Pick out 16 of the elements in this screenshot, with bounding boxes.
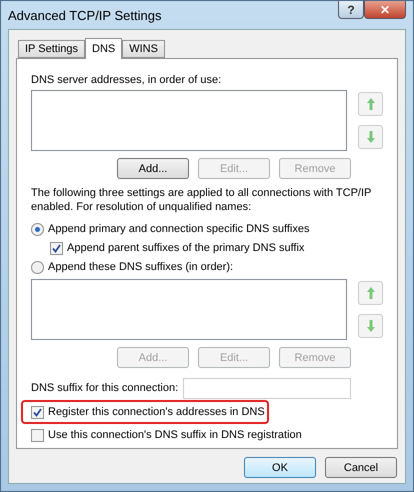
window-title: Advanced TCP/IP Settings bbox=[8, 8, 162, 23]
info-text: The following three settings are applied to all connections with TCP/IP enabled. For resolution of unqualified names: bbox=[31, 186, 372, 214]
dialog-button[interactable]: Add... bbox=[117, 158, 189, 179]
help-button[interactable]: ? bbox=[338, 1, 364, 19]
option-label: Append these DNS suffixes (in order): bbox=[48, 260, 234, 275]
dialog-button[interactable]: Cancel bbox=[325, 457, 397, 478]
dialog-button[interactable]: OK bbox=[244, 457, 316, 478]
option-label: Append parent suffixes of the primary DNS suffix bbox=[67, 241, 304, 256]
option-label: Use this connection's DNS suffix in DNS registration bbox=[48, 428, 302, 442]
field-label: DNS suffix for this connection: bbox=[31, 381, 178, 396]
section-label: DNS server addresses, in order of use: bbox=[31, 73, 222, 88]
option-label: Register this connection's addresses in DNS bbox=[48, 404, 265, 420]
tab[interactable]: WINS bbox=[122, 40, 165, 58]
tab[interactable]: IP Settings bbox=[18, 40, 85, 58]
option-label: Append primary and connection specific DNS suffixes bbox=[48, 222, 310, 237]
tab[interactable]: DNS bbox=[85, 38, 122, 59]
